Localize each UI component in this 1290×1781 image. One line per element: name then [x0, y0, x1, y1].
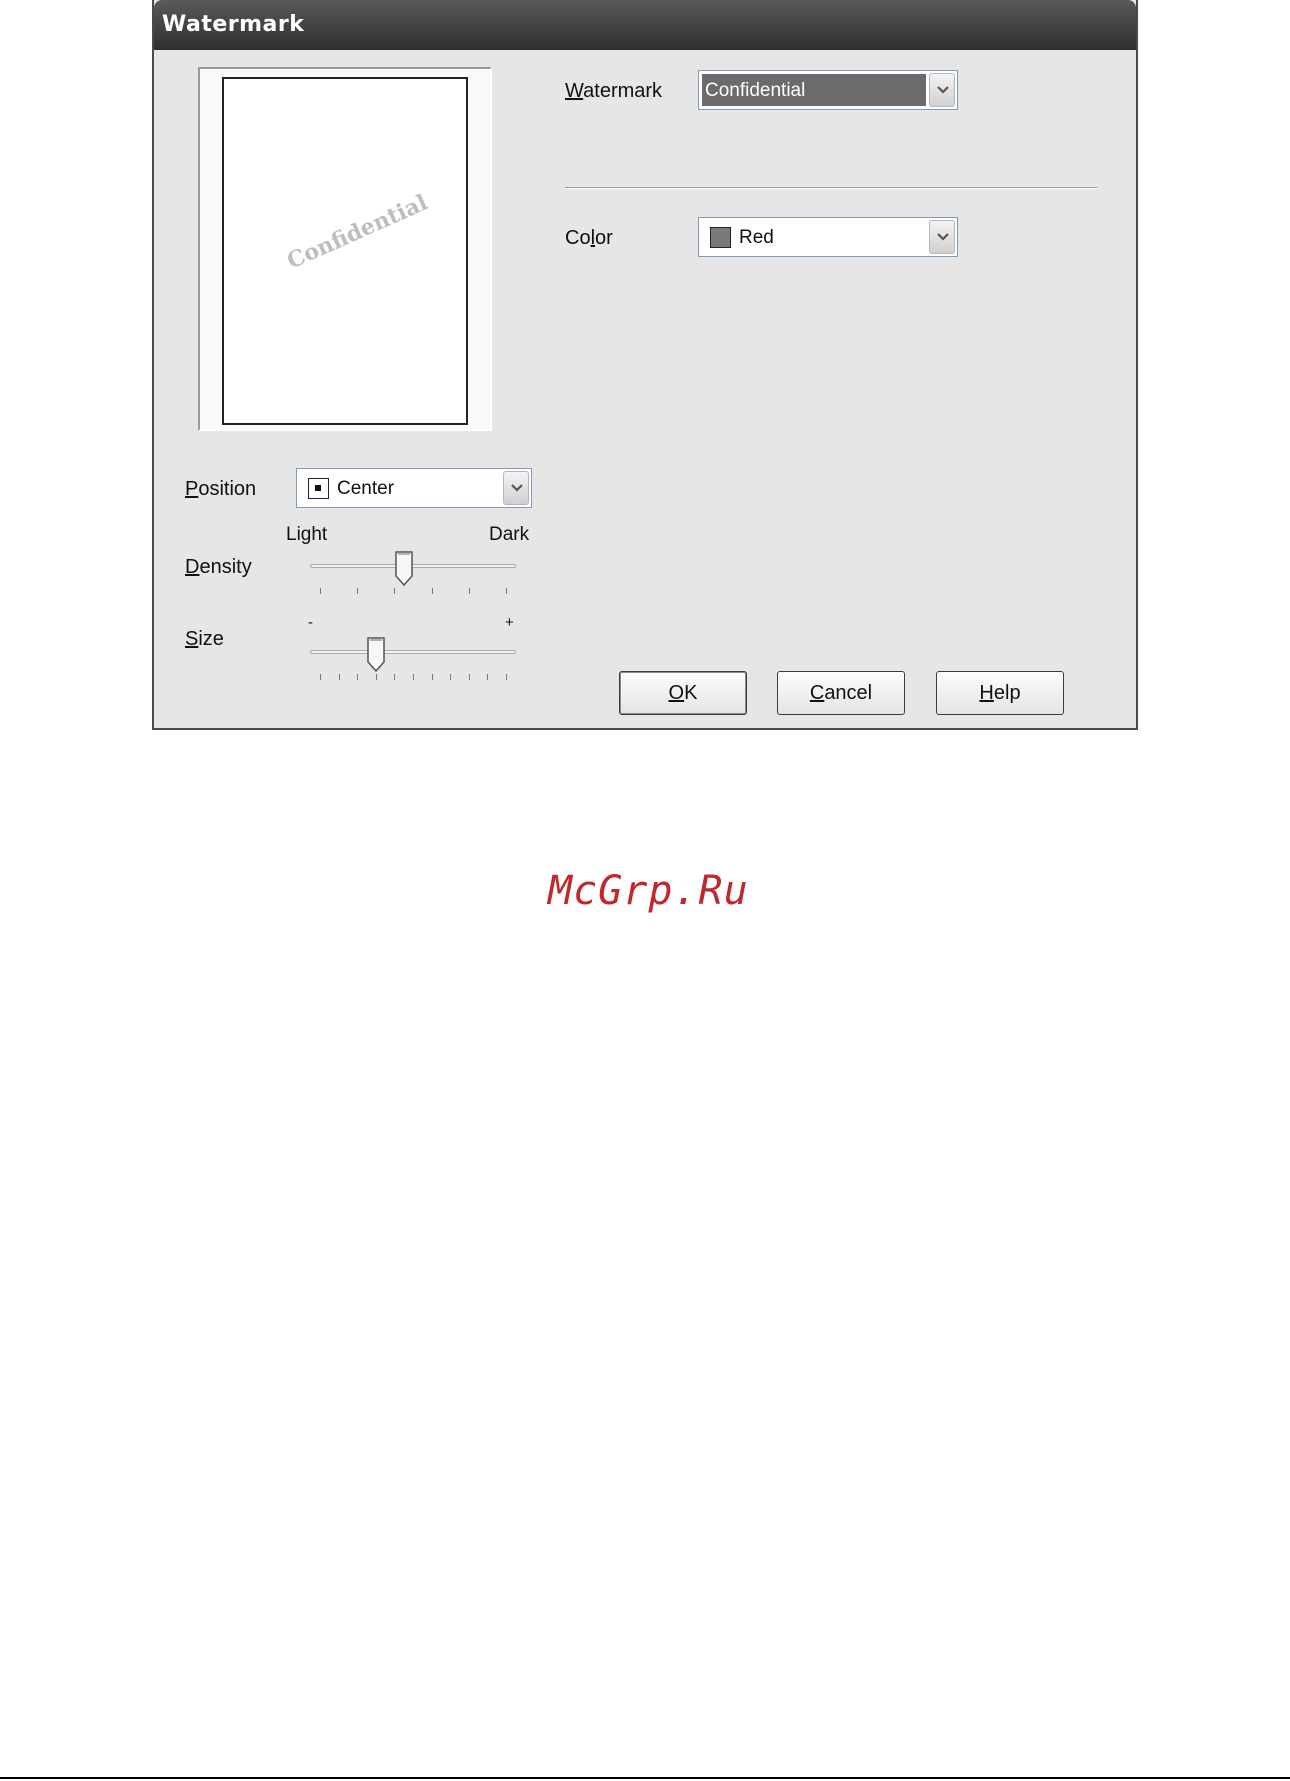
dialog-title: Watermark	[162, 12, 305, 37]
position-select[interactable]: Center	[296, 468, 532, 508]
size-slider[interactable]	[310, 636, 516, 686]
size-slider-track[interactable]	[310, 650, 516, 654]
help-button[interactable]: Help	[936, 671, 1064, 715]
position-label: Position	[185, 478, 257, 500]
size-slider-tick	[468, 674, 470, 680]
watermark-label: Watermark	[565, 80, 663, 102]
size-slider-tick	[431, 674, 433, 680]
separator	[565, 187, 1097, 189]
color-swatch	[710, 227, 731, 248]
preview-pane: Confidential	[198, 67, 492, 431]
color-select-value: Red	[739, 227, 774, 248]
size-slider-tick	[413, 674, 414, 680]
size-slider-tick	[506, 674, 507, 680]
title-bar[interactable]: Watermark	[154, 0, 1136, 50]
density-slider-tick	[357, 588, 359, 594]
position-select-value: Center	[337, 478, 395, 499]
chevron-down-icon	[511, 484, 523, 492]
watermark-dropdown-button[interactable]	[929, 73, 955, 107]
preview-watermark-text: Confidential	[283, 189, 432, 275]
size-slider-thumb[interactable]	[366, 636, 386, 674]
size-slider-tick	[357, 674, 359, 680]
size-slider-tick	[320, 674, 321, 680]
density-slider-tick	[506, 588, 507, 594]
color-label: Color	[565, 227, 613, 249]
center-position-icon	[308, 478, 329, 499]
density-slider-thumb[interactable]	[394, 550, 414, 588]
color-dropdown-button[interactable]	[929, 220, 955, 254]
chevron-down-icon	[937, 233, 949, 241]
color-select[interactable]: Red	[698, 217, 958, 257]
size-slider-tick	[450, 674, 452, 680]
watermark-dialog: Watermark Confidential Watermark Confide…	[152, 0, 1138, 730]
size-slider-tick	[487, 674, 489, 680]
size-slider-tick	[394, 674, 396, 680]
watermark-select-value: Confidential	[705, 80, 806, 101]
size-slider-tick	[338, 674, 340, 680]
size-min-label: -	[308, 614, 313, 631]
density-slider[interactable]	[310, 550, 516, 600]
mcgrp-logo: McGrp.Ru	[548, 868, 749, 914]
position-dropdown-button[interactable]	[503, 471, 529, 505]
density-min-label: Light	[286, 524, 328, 545]
chevron-down-icon	[937, 86, 949, 94]
watermark-select[interactable]: Confidential	[698, 70, 958, 110]
size-slider-tick	[375, 674, 377, 680]
cancel-button[interactable]: Cancel	[777, 671, 905, 715]
page-footer-rule	[0, 1777, 1290, 1779]
ok-button[interactable]: OK	[619, 671, 747, 715]
density-label: Density	[185, 556, 252, 578]
density-slider-tick	[431, 588, 433, 594]
size-max-label: +	[505, 614, 514, 631]
density-slider-tick	[468, 588, 470, 594]
size-label: Size	[185, 628, 224, 650]
density-slider-tick	[320, 588, 321, 594]
density-max-label: Dark	[489, 524, 530, 545]
preview-page: Confidential	[222, 77, 468, 425]
density-slider-tick	[394, 588, 396, 594]
